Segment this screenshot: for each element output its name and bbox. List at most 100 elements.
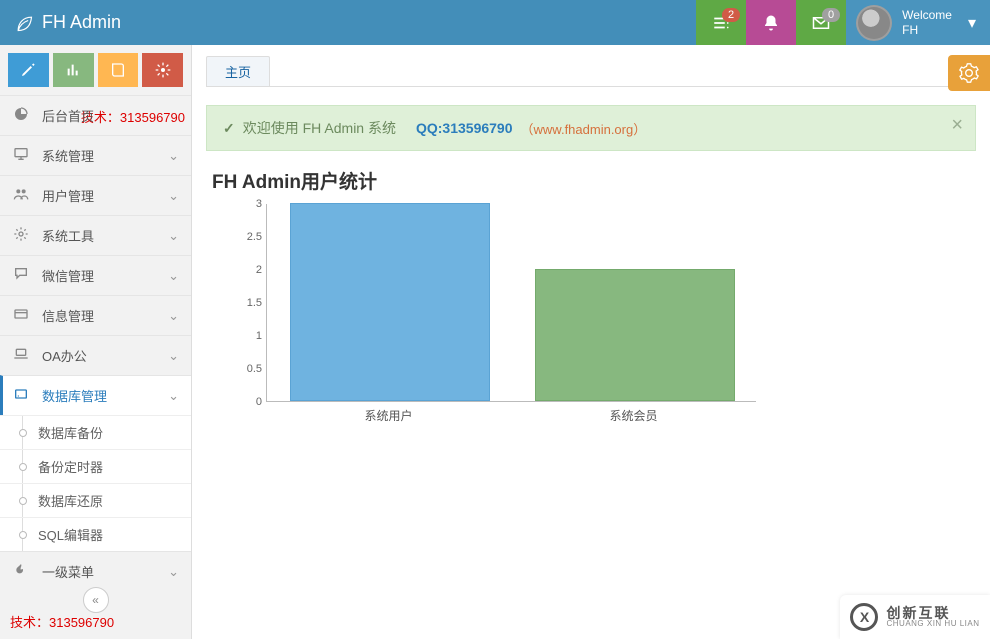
watermark-py: CHUANG XIN HU LIAN [886, 620, 979, 628]
quick-buttons [0, 45, 191, 95]
y-tick: 2.5 [247, 231, 262, 243]
sidebar-item-label: 数据库管理 [42, 386, 107, 405]
y-tick: 2 [256, 264, 262, 276]
watermark-logo-icon [850, 603, 878, 631]
chart-title: FH Admin用户统计 [212, 167, 976, 194]
y-tick: 0 [256, 396, 262, 408]
sidebar-item-label: OA办公 [42, 346, 87, 365]
tasks-button[interactable]: 2 [696, 0, 746, 45]
settings-float-button[interactable] [948, 55, 990, 91]
sub-item[interactable]: 数据库备份 [0, 415, 191, 449]
bell-icon [762, 14, 780, 32]
sidebar-item-users[interactable]: 用户管理 ⌄ [0, 175, 191, 215]
watermark: 创新互联 CHUANG XIN HU LIAN [840, 595, 990, 639]
sidebar-item-laptop[interactable]: OA办公 ⌄ [0, 335, 191, 375]
cog-icon [12, 226, 30, 245]
desktop-icon [12, 146, 30, 165]
chevron-down-icon: ⌄ [168, 308, 179, 324]
check-icon: ✓ [223, 120, 235, 137]
bar-chart-icon [65, 62, 81, 78]
avatar [856, 5, 892, 41]
watermark-cn: 创新互联 [886, 606, 979, 620]
chevron-down-icon: ⌄ [168, 148, 179, 164]
welcome-line1: Welcome [902, 8, 952, 23]
comments-icon [12, 266, 30, 285]
sub-item[interactable]: 备份定时器 [0, 449, 191, 483]
welcome-line2: FH [902, 23, 952, 38]
brand-text: FH Admin [42, 12, 121, 33]
sidebar-item-label: 一级菜单 [42, 562, 94, 581]
sidebar-item-cog[interactable]: 系统工具 ⌄ [0, 215, 191, 255]
card-icon [12, 306, 30, 325]
user-text: Welcome FH [902, 8, 952, 38]
sidebar-item-label: 系统工具 [42, 226, 94, 245]
alert-text: 欢迎使用 FH Admin 系统 [243, 118, 396, 138]
gear-icon [959, 63, 979, 83]
x-label: 系统用户 [364, 407, 412, 424]
mail-button[interactable]: 0 [796, 0, 846, 45]
x-label: 系统会员 [609, 407, 657, 424]
y-tick: 0.5 [247, 363, 262, 375]
alert-link[interactable]: （www.fhadmin.org） [521, 119, 647, 138]
sidebar-collapse-button[interactable]: « [83, 587, 109, 613]
subnav-database: 数据库备份备份定时器数据库还原SQL编辑器 [0, 415, 191, 551]
sidebar-item-dashboard[interactable]: 后台首页 [0, 95, 191, 135]
sidebar-item-label: 系统管理 [42, 146, 94, 165]
nav: 后台首页系统管理 ⌄ 用户管理 ⌄ 系统工具 ⌄ 微信管理 ⌄ 信息管理 ⌄ OA办公 ⌄ 数据库管理 ⌄… [0, 95, 191, 608]
quick-edit-button[interactable] [8, 53, 49, 87]
sidebar-item-label: 用户管理 [42, 186, 94, 205]
body: 技术：313596790 后台首页系统管理⌄用户管理⌄系统工具⌄微信管理⌄信息管… [0, 45, 990, 639]
sidebar-item-label: 信息管理 [42, 306, 94, 325]
chevron-down-icon: ⌄ [168, 268, 179, 284]
cogs-icon [155, 62, 171, 78]
watermark-text: 创新互联 CHUANG XIN HU LIAN [886, 606, 979, 628]
sidebar-item-fire[interactable]: 一级菜单 ⌄ [0, 551, 191, 591]
chart-plot [266, 204, 756, 402]
sidebar-item-comments[interactable]: 微信管理 ⌄ [0, 255, 191, 295]
book-icon [110, 62, 126, 78]
tab-home[interactable]: 主页 [206, 56, 270, 86]
leaf-icon [14, 13, 34, 33]
user-menu[interactable]: Welcome FH ▾ [846, 0, 990, 45]
topbar: FH Admin 2 0 Welcome FH ▾ [0, 0, 990, 45]
chevron-down-icon: ⌄ [168, 188, 179, 204]
dashboard-icon [12, 106, 30, 125]
sidebar-item-label: 微信管理 [42, 266, 94, 285]
pencil-icon [20, 62, 36, 78]
chevron-down-icon: ⌄ [168, 348, 179, 364]
quick-stats-button[interactable] [53, 53, 94, 87]
sub-item[interactable]: 数据库还原 [0, 483, 191, 517]
chevron-down-icon: ⌄ [168, 564, 179, 580]
sidebar: 技术：313596790 后台首页系统管理⌄用户管理⌄系统工具⌄微信管理⌄信息管… [0, 45, 192, 639]
y-tick: 1 [256, 330, 262, 342]
sidebar-item-desktop[interactable]: 系统管理 ⌄ [0, 135, 191, 175]
main: 主页 ✓ 欢迎使用 FH Admin 系统 QQ:313596790 （www.… [192, 45, 990, 639]
y-tick: 1.5 [247, 297, 262, 309]
fire-icon [12, 562, 30, 581]
chart-bar [290, 203, 490, 401]
mail-badge: 0 [822, 8, 840, 22]
sidebar-item-label: 后台首页 [42, 106, 94, 125]
quick-settings-button[interactable] [142, 53, 183, 87]
laptop-icon [12, 346, 30, 365]
tasks-badge: 2 [722, 8, 740, 22]
chart: 00.511.522.53 系统用户系统会员 [236, 204, 756, 424]
hdd-icon [12, 386, 30, 405]
alert-qq: QQ:313596790 [416, 120, 513, 136]
chevron-down-icon: ⌄ [168, 228, 179, 244]
sub-item[interactable]: SQL编辑器 [0, 517, 191, 551]
users-icon [12, 186, 30, 205]
sidebar-item-hdd[interactable]: 数据库管理 ⌄ [0, 375, 191, 415]
tab-strip: 主页 [206, 55, 976, 87]
chart-bar [535, 269, 735, 401]
brand: FH Admin [0, 12, 135, 33]
y-tick: 3 [256, 198, 262, 210]
quick-book-button[interactable] [98, 53, 139, 87]
caret-down-icon: ▾ [968, 13, 976, 33]
chart-y-axis: 00.511.522.53 [236, 204, 266, 402]
welcome-alert: ✓ 欢迎使用 FH Admin 系统 QQ:313596790 （www.fha… [206, 105, 976, 151]
sidebar-item-card[interactable]: 信息管理 ⌄ [0, 295, 191, 335]
notifications-button[interactable] [746, 0, 796, 45]
chevron-down-icon: ⌄ [168, 388, 179, 404]
alert-close-button[interactable]: × [951, 114, 963, 137]
